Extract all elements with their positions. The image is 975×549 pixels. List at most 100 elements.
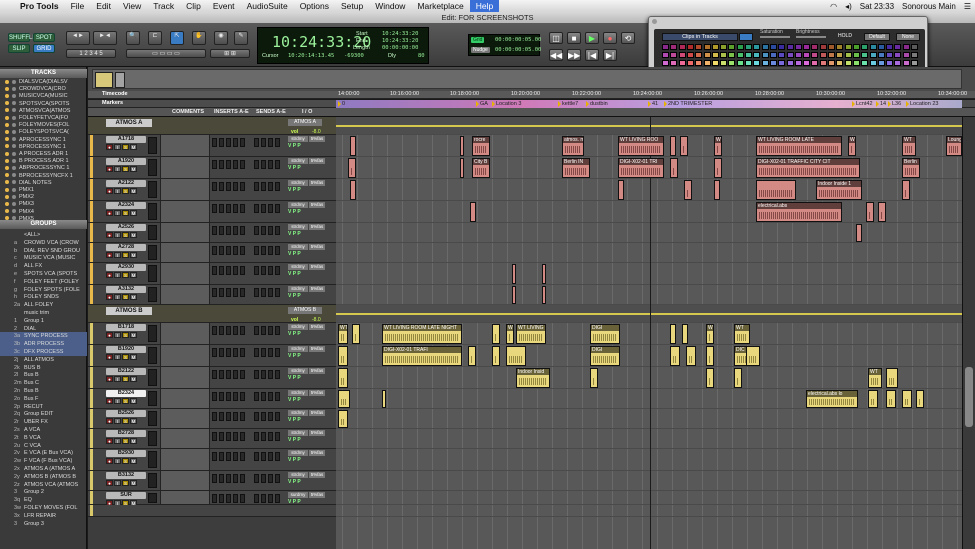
return-to-zero-icon[interactable]: |◀ (585, 49, 599, 61)
group-list-item[interactable]: b DIAL REV SND GROU (0, 247, 87, 255)
show-track-icon[interactable] (5, 165, 9, 170)
send-slot[interactable] (254, 348, 259, 357)
insert-slot[interactable] (212, 494, 217, 503)
insert-slot[interactable] (226, 246, 231, 255)
input-selector[interactable]: strdmy (288, 224, 308, 230)
output-selector[interactable]: 5%fas (309, 180, 325, 186)
track-name[interactable]: ATMOS A (106, 119, 152, 127)
color-swatch[interactable] (828, 60, 835, 66)
send-slot[interactable] (275, 412, 280, 421)
group-list-item[interactable]: 2n Bus B (0, 387, 87, 395)
solo-button[interactable]: S (122, 398, 129, 404)
track-lane[interactable] (336, 263, 962, 285)
audio-clip[interactable] (460, 136, 464, 156)
track-list-item[interactable]: BPROCESSYNCFX 1 (0, 173, 87, 180)
audio-clip[interactable] (714, 180, 720, 200)
audio-clip[interactable]: atmos. m (562, 136, 584, 156)
send-slot[interactable] (268, 246, 273, 255)
solo-button[interactable]: S (122, 438, 129, 444)
send-slot[interactable] (261, 412, 266, 421)
color-swatch[interactable] (894, 52, 902, 58)
group-list-item[interactable]: 1 Group 1 (0, 317, 87, 325)
insert-slot[interactable] (219, 474, 224, 483)
input-monitor-button[interactable]: I (114, 354, 121, 360)
user-name[interactable]: Sonorous Main (902, 2, 956, 11)
send-slot[interactable] (254, 182, 259, 191)
color-swatch[interactable] (778, 44, 786, 50)
track-name[interactable]: B2324 (106, 390, 146, 397)
vca-track-header[interactable]: ATMOS B ATMOS Bvol -8.0 (88, 305, 336, 323)
send-slot[interactable] (261, 432, 266, 441)
track-header[interactable]: A2930 ● I S Mstrdmy 5%fas V P P (88, 263, 336, 285)
comments-field[interactable] (160, 345, 210, 366)
menu-track[interactable]: Track (147, 1, 180, 11)
color-swatch[interactable] (761, 60, 769, 66)
track-lane[interactable] (336, 409, 962, 429)
color-swatch[interactable] (769, 52, 777, 58)
track-list-item[interactable]: ABPROCESSYNC 1 (0, 165, 87, 172)
send-slot[interactable] (275, 288, 280, 297)
brightness-slider[interactable] (796, 36, 826, 38)
vca-automation-line[interactable] (336, 125, 962, 127)
track-list-item[interactable]: FOLEYSPOTSVCA( (0, 129, 87, 136)
track-list-item[interactable]: DIALSVCA(DIALSV (0, 79, 87, 86)
insert-slot[interactable] (233, 266, 238, 275)
comments-field[interactable] (160, 449, 210, 470)
mute-button[interactable]: M (130, 252, 137, 258)
marker[interactable]: 0 (338, 100, 345, 108)
menu-marketplace[interactable]: Marketplace (411, 1, 469, 11)
groups-list-header[interactable]: GROUPS (0, 220, 87, 229)
audio-clip[interactable] (680, 136, 688, 156)
input-selector[interactable]: strdmy (288, 158, 308, 164)
insert-slot[interactable] (240, 494, 245, 503)
color-swatch[interactable] (877, 44, 885, 50)
audio-clip[interactable] (902, 390, 912, 408)
color-swatch[interactable] (911, 60, 918, 66)
color-swatch[interactable] (753, 60, 761, 66)
color-swatch[interactable] (703, 60, 711, 66)
delay-value[interactable]: 80 (418, 53, 425, 59)
color-swatch[interactable] (761, 52, 769, 58)
insert-slot[interactable] (219, 432, 224, 441)
color-swatch[interactable] (753, 52, 761, 58)
insert-slot[interactable] (219, 226, 224, 235)
record-enable-button[interactable]: ● (106, 188, 113, 194)
comments-field[interactable] (160, 323, 210, 344)
insert-slot[interactable] (212, 452, 217, 461)
comments-field[interactable] (160, 367, 210, 388)
insert-slot[interactable] (233, 494, 238, 503)
group-list-item[interactable]: 2m Bus C (0, 379, 87, 387)
show-track-icon[interactable] (5, 151, 9, 156)
insert-slot[interactable] (233, 138, 238, 147)
send-slot[interactable] (275, 204, 280, 213)
record-enable-button[interactable]: ● (106, 458, 113, 464)
marker[interactable]: Location 23 (906, 100, 938, 108)
input-selector[interactable]: strdmy (288, 180, 308, 186)
color-swatch[interactable] (686, 44, 694, 50)
insert-slot[interactable] (233, 474, 238, 483)
wifi-icon[interactable]: ◠ (830, 2, 837, 11)
track-list-item[interactable]: B PROCESS ADR 1 (0, 158, 87, 165)
color-swatch[interactable] (894, 44, 902, 50)
color-swatch[interactable] (886, 44, 894, 50)
input-monitor-button[interactable]: I (114, 144, 121, 150)
output-selector[interactable]: 5%fas (309, 136, 325, 142)
track-name[interactable]: A2526 (106, 224, 146, 231)
group-list-item[interactable]: 2q Group EDIT (0, 410, 87, 418)
color-swatch[interactable] (819, 60, 827, 66)
palette-target-select[interactable]: Clips in Tracks (662, 33, 738, 41)
menu-app[interactable]: Pro Tools (14, 1, 65, 11)
insert-slot[interactable] (233, 412, 238, 421)
color-swatch[interactable] (811, 44, 819, 50)
track-name[interactable]: A1718 (106, 136, 146, 143)
track-name[interactable]: B1718 (106, 324, 146, 331)
track-name[interactable]: B3132 (106, 472, 146, 479)
track-name[interactable]: SUR (106, 492, 146, 499)
audio-clip[interactable]: WT LIVING (516, 324, 546, 344)
color-swatch[interactable] (803, 44, 811, 50)
audio-clip[interactable] (470, 202, 476, 222)
send-slot[interactable] (275, 266, 280, 275)
insert-slot[interactable] (240, 432, 245, 441)
color-swatch[interactable] (869, 60, 877, 66)
insert-slot[interactable] (233, 370, 238, 379)
